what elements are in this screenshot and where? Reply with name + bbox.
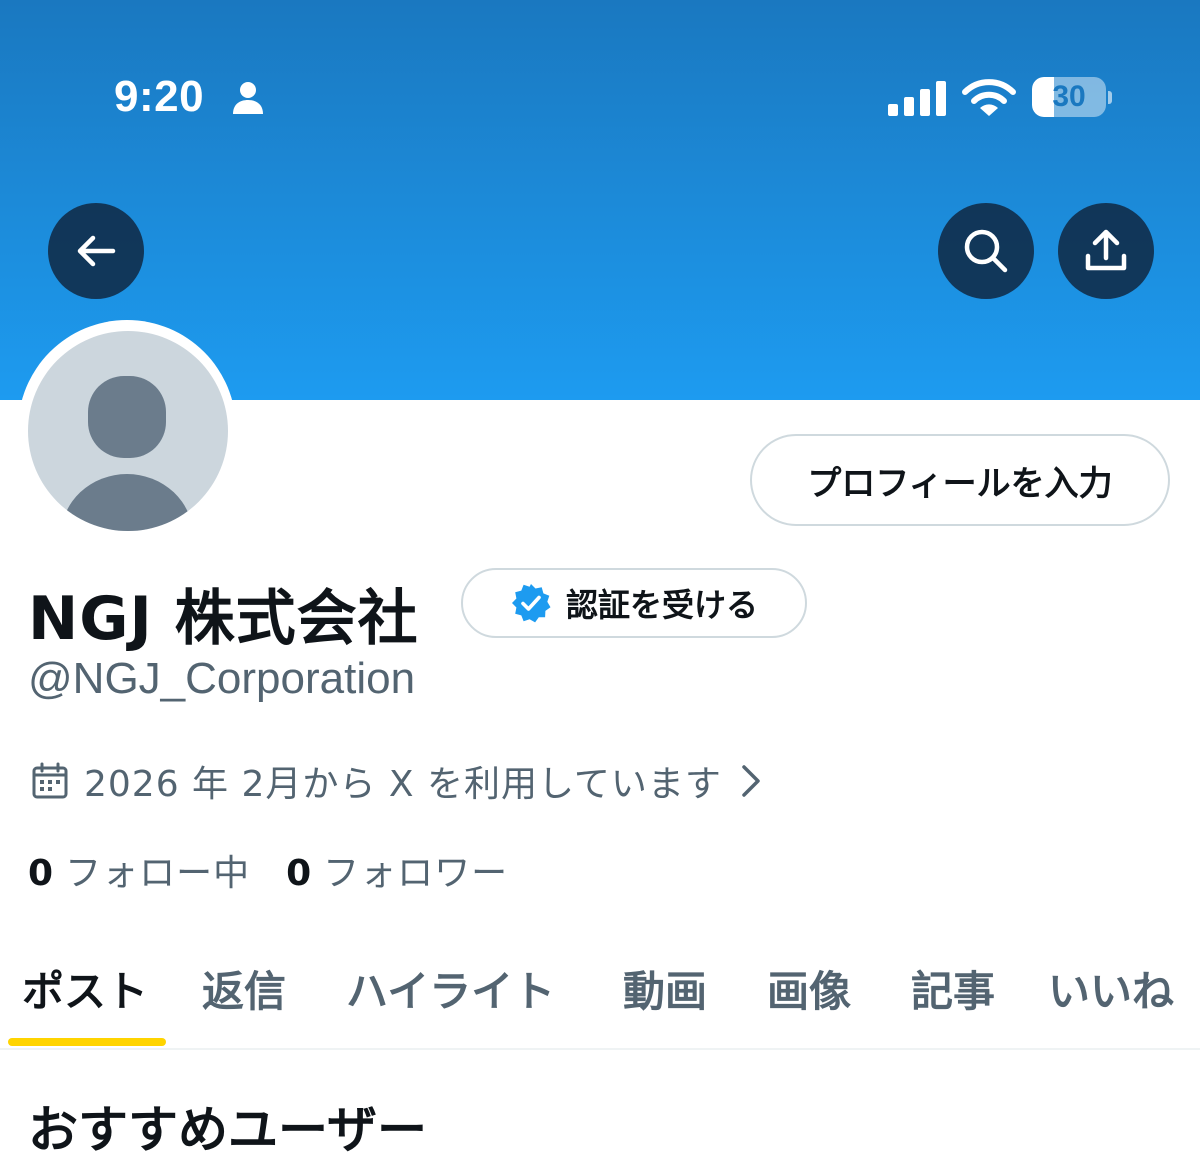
tab-videos[interactable]: 動画 xyxy=(623,958,707,1019)
battery-tip xyxy=(1108,91,1112,104)
back-button[interactable] xyxy=(48,203,144,299)
tab-articles[interactable]: 記事 xyxy=(911,958,995,1019)
joined-date-text: 2026 年 2月から X を利用しています xyxy=(84,764,722,805)
tab-divider xyxy=(0,1048,1200,1050)
follow-stats: 0 フォロー中 0 フォロワー xyxy=(28,846,508,894)
following-label: フォロー中 xyxy=(65,853,251,894)
person-icon xyxy=(233,82,263,114)
share-button[interactable] xyxy=(1058,203,1154,299)
active-tab-indicator xyxy=(8,1038,166,1046)
followers-count: 0 xyxy=(286,853,312,894)
recommended-users-title: おすすめユーザー xyxy=(28,1101,427,1159)
joined-date-row[interactable]: 2026 年 2月から X を利用しています xyxy=(30,758,764,805)
following-link[interactable]: 0 フォロー中 xyxy=(28,844,250,896)
chevron-right-icon xyxy=(742,765,760,797)
profile-tabs: ポスト 返信 ハイライト 動画 画像 記事 いいね xyxy=(0,940,1200,1050)
status-time: 9:20 xyxy=(114,72,205,121)
share-icon xyxy=(1085,229,1127,271)
followers-link[interactable]: 0 フォロワー xyxy=(286,844,508,896)
get-verified-button[interactable]: 認証を受ける xyxy=(461,568,807,638)
edit-profile-button[interactable]: プロフィールを入力 xyxy=(750,434,1170,526)
battery-icon: 30 xyxy=(1032,77,1106,117)
display-name: NGJ 株式会社 xyxy=(28,584,419,654)
search-icon xyxy=(964,229,1008,273)
wifi-icon xyxy=(962,79,1016,116)
avatar[interactable] xyxy=(28,331,228,531)
search-button[interactable] xyxy=(938,203,1034,299)
cellular-signal-icon xyxy=(888,81,946,116)
following-count: 0 xyxy=(28,853,54,894)
arrow-left-icon xyxy=(77,235,116,267)
followers-label: フォロワー xyxy=(323,853,509,894)
default-avatar-icon xyxy=(61,376,193,531)
tab-posts[interactable]: ポスト xyxy=(22,958,148,1019)
tab-highlights[interactable]: ハイライト xyxy=(346,958,555,1019)
tab-likes[interactable]: いいね xyxy=(1048,958,1174,1019)
calendar-icon xyxy=(32,762,68,799)
tab-replies[interactable]: 返信 xyxy=(202,958,286,1019)
tab-images[interactable]: 画像 xyxy=(767,958,851,1019)
verify-button-label: 認証を受ける xyxy=(565,586,758,624)
battery-level: 30 xyxy=(1052,80,1086,113)
verified-badge-icon xyxy=(511,584,551,623)
user-handle: @NGJ_Corporation xyxy=(28,654,416,703)
